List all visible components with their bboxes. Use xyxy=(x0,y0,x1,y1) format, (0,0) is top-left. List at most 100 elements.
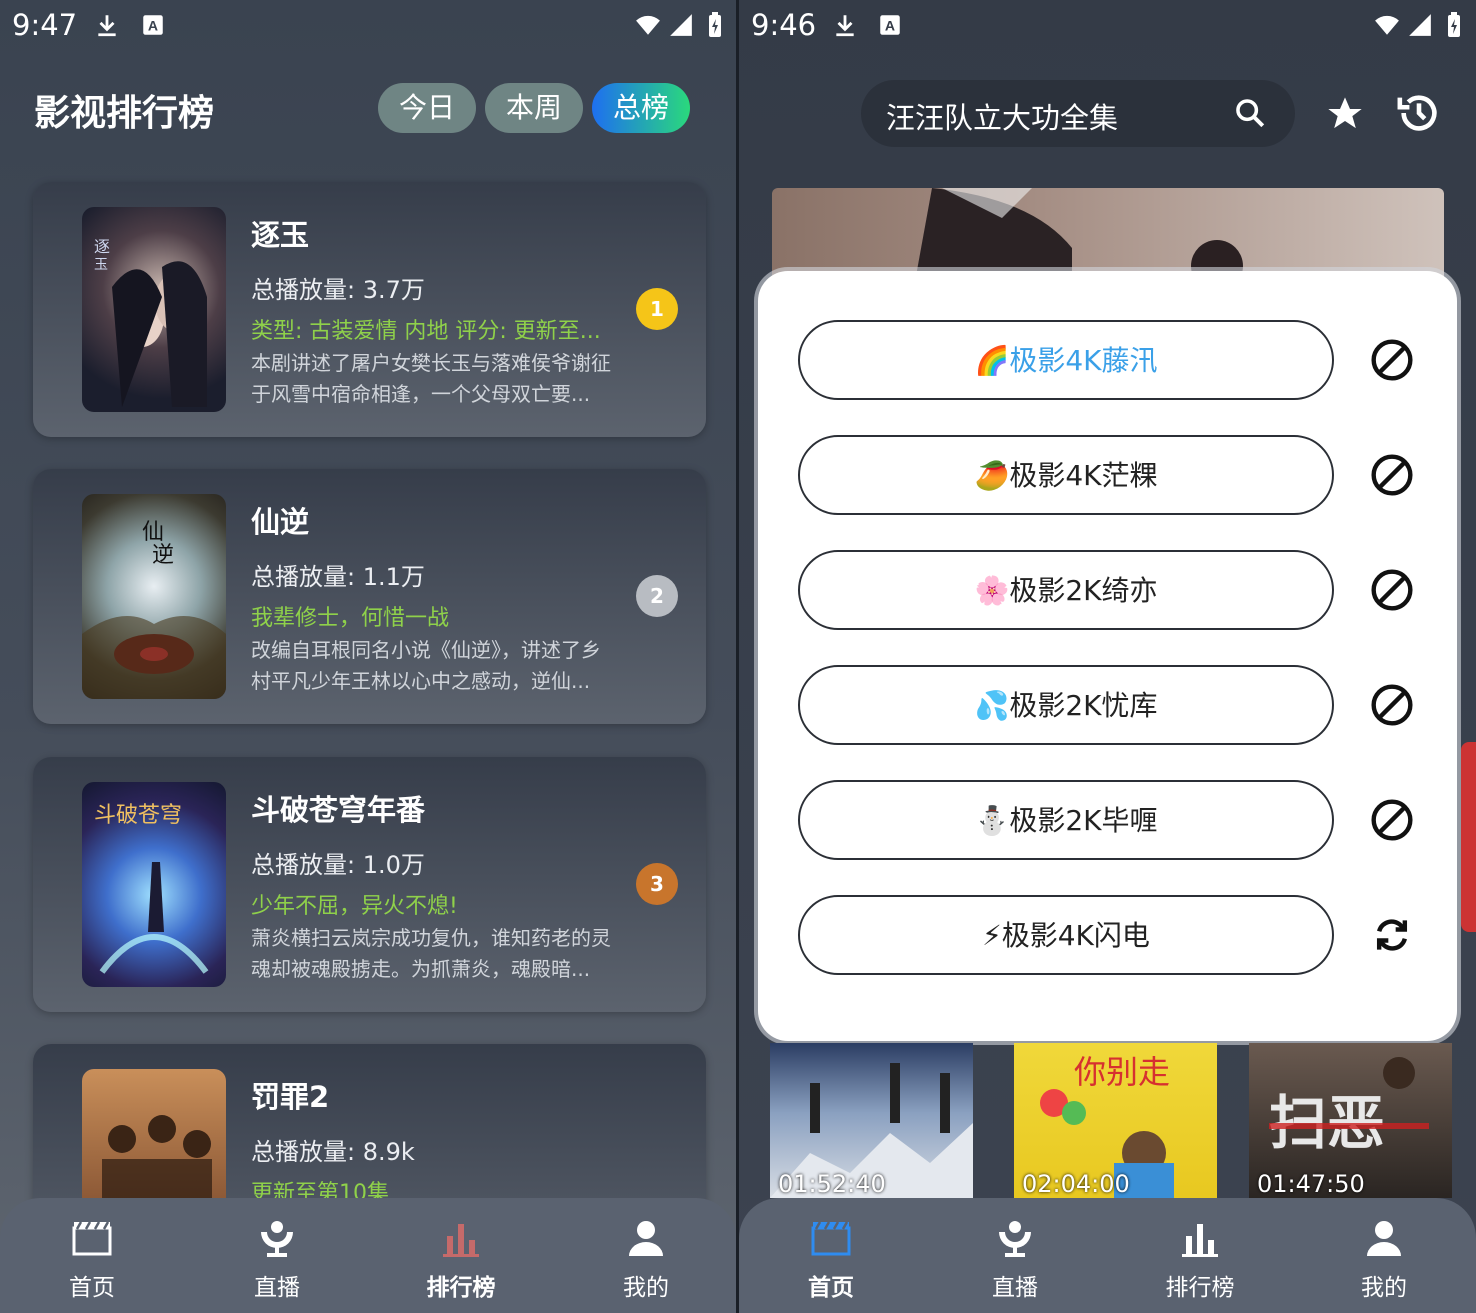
poster-image: 逐玉 xyxy=(82,207,226,412)
video-duration: 01:52:40 xyxy=(778,1170,886,1198)
video-thumbnail[interactable]: 你别走 02:04:00 xyxy=(1014,1043,1217,1198)
nav-profile[interactable]: 我的 xyxy=(1309,1198,1459,1313)
source-button[interactable]: 🌸极影2K绮亦 xyxy=(798,550,1334,630)
nav-label: 我的 xyxy=(623,1275,669,1301)
source-name: 极影2K毕喱 xyxy=(1009,804,1158,837)
video-thumbnail[interactable]: 扫恶 01:47:50 xyxy=(1249,1043,1452,1198)
history-icon[interactable] xyxy=(1396,90,1442,136)
download-icon xyxy=(836,15,854,37)
card-play-count: 总播放量: 3.7万 xyxy=(251,276,425,304)
card-description: 本剧讲述了屠户女樊长玉与落难侯爷谢征于风雪中宿命相逢，一个父母双亡要... xyxy=(251,351,611,406)
signal-icon xyxy=(670,14,692,36)
battery-icon xyxy=(709,12,721,37)
page-title: 影视排行榜 xyxy=(34,93,215,134)
card-title: 斗破苍穹年番 xyxy=(251,793,426,827)
video-duration: 02:04:00 xyxy=(1022,1170,1130,1198)
source-button[interactable]: 💦极影2K忧库 xyxy=(798,665,1334,745)
poster-image: 仙逆 xyxy=(82,494,226,699)
svg-text:逐: 逐 xyxy=(94,237,110,256)
svg-text:斗破苍穹: 斗破苍穹 xyxy=(94,803,182,828)
rank-badge: 1 xyxy=(636,288,678,330)
card-description: 改编自耳根同名小说《仙逆》，讲述了乡村平凡少年王林以心中之感动，逆仙... xyxy=(251,638,601,693)
bottom-nav: 首页 直播 排行榜 我的 xyxy=(0,1198,736,1313)
ranking-card[interactable]: 仙逆 仙逆 总播放量: 1.1万 我辈修士，何惜一战 改编自耳根同名小说《仙逆》… xyxy=(33,469,706,724)
tab-today[interactable]: 今日 xyxy=(378,83,476,133)
card-play-count: 总播放量: 1.0万 xyxy=(251,851,425,879)
bottom-nav: 首页 直播 排行榜 我的 xyxy=(739,1198,1476,1313)
search-input[interactable]: 汪汪队立大功全集 xyxy=(886,95,1118,137)
signal-icon xyxy=(1409,14,1431,36)
search-icon[interactable] xyxy=(1233,96,1267,130)
nav-home[interactable]: 首页 xyxy=(17,1198,167,1313)
ranking-card[interactable]: 逐玉 逐玉 总播放量: 3.7万 类型: 古装爱情 内地 评分: 更新至... … xyxy=(33,182,706,437)
nav-live[interactable]: 直播 xyxy=(202,1198,352,1313)
card-title: 逐玉 xyxy=(251,218,310,252)
source-name: 极影4K藤汛 xyxy=(1009,344,1158,377)
tab-total[interactable]: 总榜 xyxy=(592,83,690,133)
tab-week[interactable]: 本周 xyxy=(485,83,583,133)
source-name: 极影2K绮亦 xyxy=(1009,574,1158,607)
nav-live[interactable]: 直播 xyxy=(940,1198,1090,1313)
source-emoji: ⛄ xyxy=(974,804,1010,837)
user-icon xyxy=(629,1221,663,1256)
clapperboard-icon xyxy=(811,1221,851,1256)
nav-home[interactable]: 首页 xyxy=(756,1198,906,1313)
card-title: 仙逆 xyxy=(251,505,310,539)
disabled-icon[interactable] xyxy=(1370,798,1414,842)
svg-text:A: A xyxy=(148,17,158,33)
edge-text xyxy=(1456,600,1476,640)
nav-profile[interactable]: 我的 xyxy=(571,1198,721,1313)
video-thumbnail[interactable]: 01:52:40 xyxy=(770,1043,973,1198)
refresh-icon[interactable] xyxy=(1370,913,1414,957)
disabled-icon[interactable] xyxy=(1370,453,1414,497)
source-emoji: 🌈 xyxy=(974,344,1010,377)
nav-label: 排行榜 xyxy=(1165,1275,1235,1301)
source-emoji: 🥭 xyxy=(974,459,1010,492)
status-bar: 9:47 A xyxy=(0,0,736,50)
nav-label: 我的 xyxy=(1361,1275,1407,1301)
rank-badge: 2 xyxy=(636,575,678,617)
nav-label: 直播 xyxy=(992,1275,1038,1301)
edge-card xyxy=(1461,742,1476,932)
status-bar: 9:46 A xyxy=(739,0,1476,50)
source-emoji: 💦 xyxy=(974,689,1010,722)
source-button[interactable]: 🌈极影4K藤汛 xyxy=(798,320,1334,400)
source-button[interactable]: ⛄极影2K毕喱 xyxy=(798,780,1334,860)
status-time: 9:47 xyxy=(12,8,78,42)
card-tag: 类型: 古装爱情 内地 评分: 更新至... xyxy=(251,319,601,344)
source-button[interactable]: 🥭极影4K茫粿 xyxy=(798,435,1334,515)
card-play-count: 总播放量: 8.9k xyxy=(251,1138,415,1166)
card-description: 萧炎横扫云岚宗成功复仇，谁知药老的灵魂却被魂殿掳走。为抓萧炎，魂殿暗... xyxy=(251,926,611,981)
keyboard-icon: A xyxy=(143,15,163,35)
rank-badge: 3 xyxy=(636,863,678,905)
disabled-icon[interactable] xyxy=(1370,683,1414,727)
wifi-icon xyxy=(1375,15,1399,35)
star-icon[interactable] xyxy=(1324,94,1366,134)
svg-text:你别走: 你别走 xyxy=(1074,1053,1170,1091)
disabled-icon[interactable] xyxy=(1370,568,1414,612)
ranking-card[interactable]: 斗破苍穹 斗破苍穹年番 总播放量: 1.0万 少年不屈，异火不熄! 萧炎横扫云岚… xyxy=(33,757,706,1012)
video-duration: 01:47:50 xyxy=(1257,1170,1365,1198)
nav-label: 排行榜 xyxy=(426,1275,496,1301)
user-icon xyxy=(1367,1221,1401,1256)
nav-ranking[interactable]: 排行榜 xyxy=(1125,1198,1275,1313)
source-emoji: 🌸 xyxy=(974,574,1010,607)
wifi-icon xyxy=(636,15,660,35)
nav-ranking[interactable]: 排行榜 xyxy=(386,1198,536,1313)
card-tag: 我辈修士，何惜一战 xyxy=(251,606,450,631)
svg-text:A: A xyxy=(885,17,895,33)
source-select-dialog: 🌈极影4K藤汛 🥭极影4K茫粿 🌸极影2K绮亦 💦极影2K忧库 ⛄极影2K毕喱 … xyxy=(758,271,1457,1041)
source-button[interactable]: ⚡极影4K闪电 xyxy=(798,895,1334,975)
nav-label: 首页 xyxy=(808,1275,854,1301)
source-emoji: ⚡ xyxy=(982,919,1002,952)
keyboard-icon: A xyxy=(880,15,900,35)
disabled-icon[interactable] xyxy=(1370,338,1414,382)
svg-text:仙: 仙 xyxy=(142,520,164,545)
download-icon xyxy=(98,15,116,37)
search-bar[interactable]: 汪汪队立大功全集 xyxy=(861,80,1295,147)
battery-icon xyxy=(1448,12,1460,37)
bar-chart-icon xyxy=(1182,1224,1218,1257)
bar-chart-icon xyxy=(443,1224,479,1257)
card-title: 罚罪2 xyxy=(251,1080,330,1114)
clapperboard-icon xyxy=(72,1221,112,1256)
